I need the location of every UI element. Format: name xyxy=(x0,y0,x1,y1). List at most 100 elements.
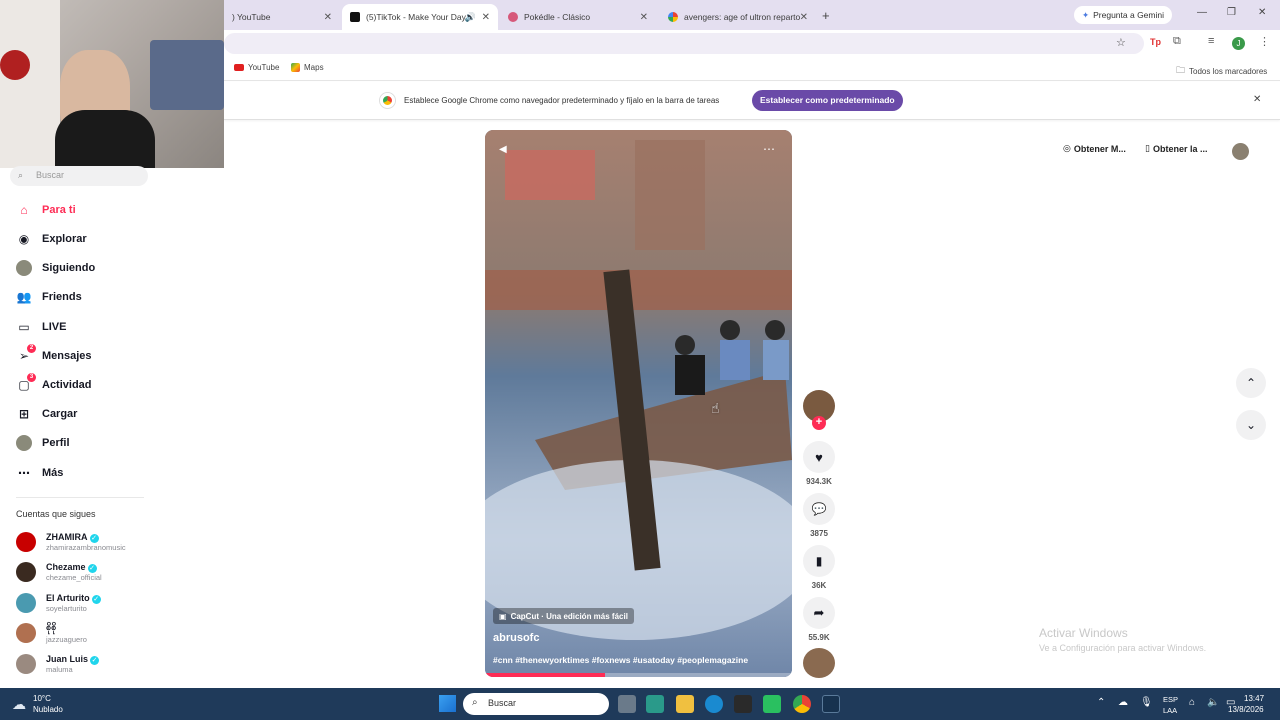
gemini-button[interactable]: ✦ Pregunta a Gemini xyxy=(1074,6,1172,24)
chevron-up-icon[interactable]: ⌃ xyxy=(1097,697,1105,708)
get-app-button[interactable]: ▯ Obtener la ... xyxy=(1145,143,1207,154)
following-account[interactable]: El Arturito ✓ soyelarturito xyxy=(16,588,101,618)
comment-action[interactable]: 💬 3875 xyxy=(803,493,835,538)
reading-list-icon[interactable]: ≡ xyxy=(1208,35,1214,47)
volume-icon[interactable]: 🔈 xyxy=(1207,697,1219,708)
speaker-icon[interactable]: 🔊 xyxy=(465,12,476,23)
like-action[interactable]: ♥ 934.3K xyxy=(803,441,835,486)
account-handle: chezame_official xyxy=(46,572,102,582)
comment-icon[interactable]: 💬 xyxy=(803,493,835,525)
video-author[interactable]: abrusofc xyxy=(493,632,539,644)
sidebar-item-2[interactable]: ◉ Explorar xyxy=(16,228,87,250)
notification-badge: 2 xyxy=(27,344,36,353)
all-bookmarks[interactable]: 🗀 Todos los marcadores xyxy=(1176,63,1267,79)
avatar xyxy=(16,654,36,674)
previous-video-button[interactable]: ⌃ xyxy=(1236,368,1266,398)
sidebar-item-10[interactable]: ⋯ Más xyxy=(16,462,63,484)
taskbar-search[interactable]: ⌕ Buscar xyxy=(463,693,609,715)
following-account[interactable]: Chezame ✓ chezame_official xyxy=(16,557,102,587)
following-account[interactable]: Juan Luis ✓ maluma xyxy=(16,649,100,679)
sidebar-item-7[interactable]: ▢ 3 Actividad xyxy=(16,373,92,396)
network-app-icon[interactable]: ☁ xyxy=(1118,697,1128,708)
close-icon[interactable]: ✕ xyxy=(800,12,808,23)
video-player[interactable]: ◀ ⋯ ▣ CapCut · Una edición más fácil abr… xyxy=(485,130,792,677)
sidebar-item-6[interactable]: ➢ 2 Mensajes xyxy=(16,344,92,367)
sidebar-item-5[interactable]: ▭ LIVE xyxy=(16,316,66,338)
share-icon[interactable]: ➦ xyxy=(803,597,835,629)
infobar-close-button[interactable]: ✕ xyxy=(1253,94,1261,105)
following-title: Cuentas que sigues xyxy=(16,509,96,519)
sidebar-item-label: Actividad xyxy=(42,379,92,391)
profile-avatar-icon[interactable]: J xyxy=(1232,37,1245,50)
following-account[interactable]: ZHAMIRA ✓ zhamirazambranomusic xyxy=(16,527,126,557)
tab-google[interactable]: avengers: age of ultron reparto ✕ xyxy=(660,4,816,30)
close-icon[interactable]: ✕ xyxy=(640,12,648,23)
search-input[interactable]: ⌕ Buscar xyxy=(10,166,148,186)
puzzle-icon[interactable]: ⧉ xyxy=(1173,35,1181,48)
chrome-icon[interactable] xyxy=(793,695,811,713)
follow-plus-icon[interactable]: + xyxy=(812,416,826,430)
new-tab-button[interactable]: + xyxy=(822,8,830,23)
store-icon[interactable] xyxy=(734,695,752,713)
tab-tiktok[interactable]: (5)TikTok - Make Your Day 🔊 ✕ xyxy=(342,4,498,30)
sidebar-item-label: Cargar xyxy=(42,408,78,420)
volume-icon[interactable]: ◀ xyxy=(499,144,507,155)
sidebar-item-3[interactable]: Siguiendo xyxy=(16,257,95,279)
task-view-icon[interactable] xyxy=(618,695,636,713)
menu-kebab-icon[interactable]: ⋮ xyxy=(1259,35,1270,48)
tab-youtube[interactable]: ) YouTube ✕ xyxy=(224,4,340,30)
set-default-button[interactable]: Establecer como predeterminado xyxy=(752,90,903,111)
next-video-button[interactable]: ⌄ xyxy=(1236,410,1266,440)
address-bar[interactable]: ☆ xyxy=(224,33,1144,54)
user-avatar[interactable] xyxy=(1232,143,1249,160)
star-icon[interactable]: ☆ xyxy=(1116,36,1126,49)
video-hashtags[interactable]: #cnn #thenewyorktimes #foxnews #usatoday… xyxy=(493,655,748,665)
tab-pokedle-label: Pokédle - Clásico xyxy=(524,12,591,22)
heart-icon[interactable]: ♥ xyxy=(803,441,835,473)
extension-tp-icon[interactable]: Tp xyxy=(1150,37,1161,47)
sidebar-item-9[interactable]: Perfil xyxy=(16,432,70,454)
file-explorer-icon[interactable] xyxy=(676,695,694,713)
restore-button[interactable]: ❐ xyxy=(1227,7,1236,18)
progress-track[interactable] xyxy=(485,673,792,677)
notification-badge: 3 xyxy=(27,373,36,382)
wifi-icon[interactable]: ⌂ xyxy=(1189,697,1195,708)
account-name: ZHAMIRA xyxy=(46,532,88,543)
app-icon[interactable] xyxy=(763,695,781,713)
more-options-icon[interactable]: ⋯ xyxy=(763,142,775,156)
taskbar-search-label: Buscar xyxy=(488,698,517,708)
start-button[interactable] xyxy=(439,695,456,712)
close-icon[interactable]: ✕ xyxy=(324,12,332,23)
edge-icon[interactable] xyxy=(705,695,723,713)
get-coins-button[interactable]: ◎ Obtener M... xyxy=(1063,143,1126,154)
bookmark-youtube[interactable]: YouTube xyxy=(234,63,279,72)
sound-disc[interactable] xyxy=(803,648,835,678)
microphone-icon[interactable]: 🎙 xyxy=(1140,697,1153,708)
search-icon: ⌕ xyxy=(18,170,24,180)
lang-code[interactable]: ESP xyxy=(1163,695,1178,704)
following-account[interactable]: စိုစို jazzuaguero xyxy=(16,618,87,648)
tiktok-icon xyxy=(350,12,360,22)
steam-icon[interactable] xyxy=(822,695,840,713)
clock-date[interactable]: 13/8/2026 xyxy=(1228,705,1264,714)
tab-pokedle[interactable]: Pokédle - Clásico ✕ xyxy=(500,4,656,30)
window-close-button[interactable]: ✕ xyxy=(1258,7,1266,18)
bookmark-maps[interactable]: Maps xyxy=(291,63,324,72)
sidebar-item-1[interactable]: ⌂ Para ti xyxy=(16,199,75,221)
share-action[interactable]: ➦ 55.9K xyxy=(803,597,835,642)
sidebar-item-label: Más xyxy=(42,467,64,479)
bookmark-icon[interactable]: ▮ xyxy=(803,545,835,577)
clock-time[interactable]: 13:47 xyxy=(1244,694,1264,703)
close-icon[interactable]: ✕ xyxy=(482,12,490,23)
save-count: 36K xyxy=(811,581,827,590)
save-action[interactable]: ▮ 36K xyxy=(803,545,835,590)
sidebar-item-8[interactable]: ⊞ Cargar xyxy=(16,403,78,425)
copilot-icon[interactable] xyxy=(646,695,664,713)
lang-layout[interactable]: LAA xyxy=(1163,706,1177,715)
compass-icon: ◉ xyxy=(18,232,30,246)
friends-icon: 👥 xyxy=(16,290,32,304)
sidebar-item-4[interactable]: 👥 Friends xyxy=(16,286,82,308)
minimize-button[interactable]: — xyxy=(1197,7,1207,18)
webcam-bed xyxy=(150,40,224,110)
capcut-badge[interactable]: ▣ CapCut · Una edición más fácil xyxy=(493,608,634,624)
